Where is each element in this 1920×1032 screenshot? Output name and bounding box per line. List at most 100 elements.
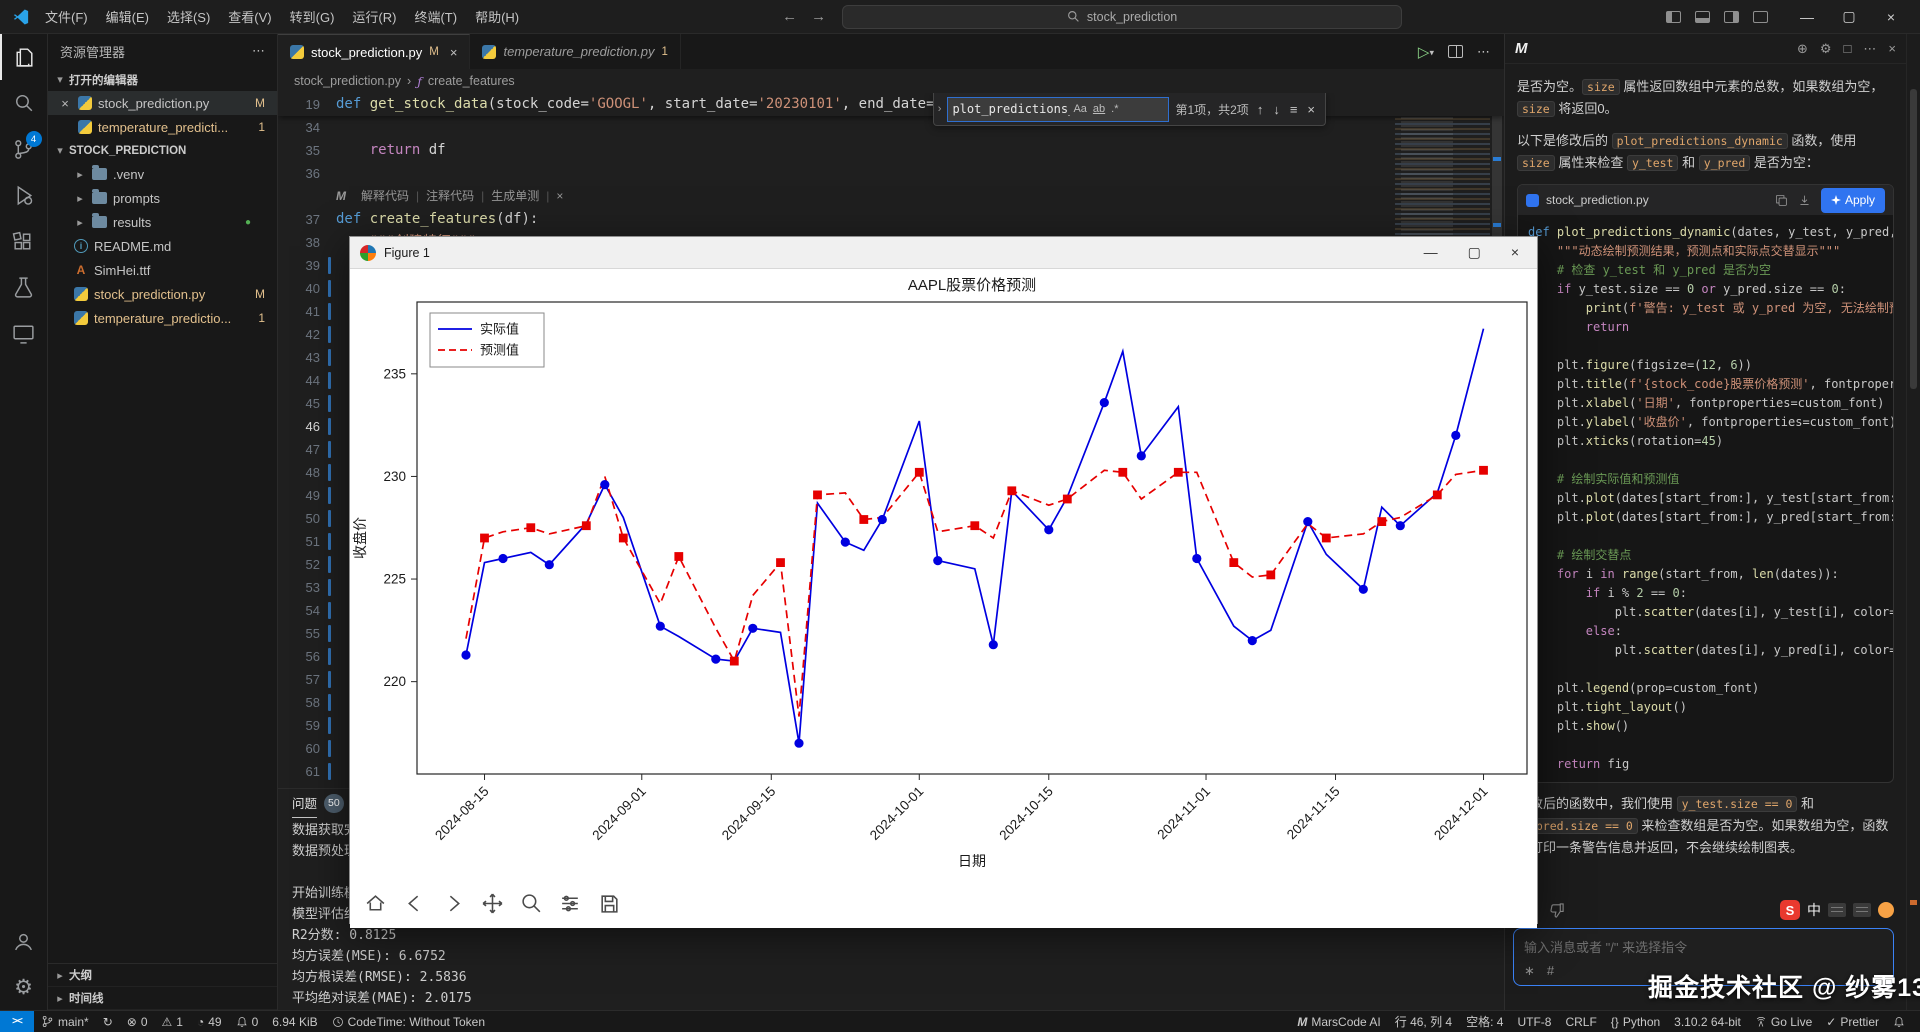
new-chat-icon[interactable]: ⊕ [1797,41,1808,57]
remote-indicator[interactable]: >< [0,1011,34,1032]
find-next-icon[interactable]: ↓ [1271,102,1282,117]
explorer-item[interactable]: i README.md [48,234,277,258]
settings-gear-icon[interactable]: ⚙ [0,964,48,1010]
code-line-35[interactable]: 35 return df [278,139,1504,162]
ai-hint-close-icon[interactable]: × [549,185,570,208]
code-line-37[interactable]: 37 def create_features(df): [278,208,1504,231]
nav-forward-icon[interactable]: → [811,8,826,25]
status-errors[interactable]: ⊗0 [120,1011,155,1032]
mpl-back-icon[interactable] [403,892,426,915]
tab-close-icon[interactable]: × [450,45,458,60]
panel-close-icon[interactable]: × [1888,41,1896,57]
chat-command-icon[interactable]: ∗ [1524,963,1535,979]
menu-file[interactable]: 文件(F) [36,3,97,30]
figure-close-icon[interactable]: × [1511,244,1519,261]
breadcrumb-file[interactable]: stock_prediction.py [294,74,401,88]
figure-maximize-icon[interactable]: ▢ [1468,244,1481,261]
match-case-icon[interactable]: Aa [1070,102,1089,116]
ai-action-2[interactable]: 生成单测 [484,185,546,208]
status-sync[interactable]: ↻ [96,1011,120,1032]
settings-gear-icon[interactable]: ⚙ [1820,41,1832,57]
command-center-search[interactable]: stock_prediction [842,5,1402,29]
explorer-item[interactable]: temperature_predictio... 1 [48,306,277,330]
find-input[interactable] [952,102,1070,116]
find-close-icon[interactable]: × [1305,102,1317,117]
status-marscode-ai[interactable]: MMarsCode AI [1290,1011,1387,1032]
ime-mode-chinese[interactable]: 中 [1807,900,1821,920]
menu-go[interactable]: 转到(G) [281,3,344,30]
status-notifications[interactable] [1886,1011,1912,1032]
activity-extensions-icon[interactable] [0,218,48,264]
mpl-pan-icon[interactable] [481,892,504,915]
menu-help[interactable]: 帮助(H) [466,3,528,30]
panel-scrollbar[interactable] [1906,34,1920,1010]
status-file-size[interactable]: 6.94 KiB [265,1011,324,1032]
status-codetime[interactable]: CodeTime: Without Token [325,1011,492,1032]
apply-button[interactable]: Apply [1821,188,1885,213]
status-language-mode[interactable]: {}Python [1604,1011,1667,1032]
open-in-editor-icon[interactable]: □ [1844,41,1852,57]
run-python-button[interactable]: ▷▾ [1418,43,1434,61]
mpl-save-icon[interactable] [598,892,621,915]
tab-temperature-prediction[interactable]: temperature_prediction.py 1 [470,34,680,69]
whole-word-icon[interactable]: ab [1090,102,1108,116]
menu-run[interactable]: 运行(R) [343,3,405,30]
thumbs-down-icon[interactable] [1548,902,1565,919]
section-timeline[interactable]: ▸ 时间线 [48,987,277,1010]
activity-testing-icon[interactable] [0,264,48,310]
status-indentation[interactable]: 空格: 4 [1459,1011,1510,1032]
section-project[interactable]: ▾ STOCK_PREDICTION [48,139,277,162]
copy-icon[interactable] [1775,194,1788,207]
mpl-zoom-icon[interactable] [520,892,543,915]
editor-more-icon[interactable]: ⋯ [1477,44,1490,60]
status-go-live[interactable]: Go Live [1748,1011,1819,1032]
section-open-editors[interactable]: ▾ 打开的编辑器 [48,68,277,91]
tab-problems[interactable]: 问题 [292,788,317,818]
status-warnings[interactable]: ⚠1 [155,1011,190,1032]
explorer-item[interactable]: stock_prediction.py M [48,282,277,306]
customize-layout-icon[interactable] [1753,11,1768,23]
close-icon[interactable]: × [58,96,72,111]
explorer-item[interactable]: A SimHei.ttf [48,258,277,282]
ime-keyboard-icon[interactable] [1828,903,1846,917]
toggle-sidebar-icon[interactable] [1666,11,1681,23]
figure-titlebar[interactable]: Figure 1 — ▢ × [350,237,1537,269]
activity-debug-icon[interactable] [0,172,48,218]
find-prev-icon[interactable]: ↑ [1255,102,1266,117]
status-metric-49[interactable]: ◔49 [190,1011,229,1032]
activity-remote-icon[interactable] [0,310,48,356]
status-cursor-position[interactable]: 行 46, 列 4 [1388,1011,1459,1032]
breadcrumb-symbol[interactable]: create_features [428,74,515,88]
section-outline[interactable]: ▸ 大纲 [48,964,277,987]
activity-search-icon[interactable] [0,80,48,126]
menu-terminal[interactable]: 终端(T) [405,3,466,30]
ime-skin-icon[interactable] [1878,902,1894,918]
status-branch[interactable]: main* [34,1011,96,1032]
mpl-home-icon[interactable] [364,892,387,915]
ai-action-1[interactable]: 注释代码 [419,185,481,208]
status-python-version[interactable]: 3.10.2 64-bit [1667,1011,1748,1032]
minimize-button[interactable]: — [1786,0,1828,33]
status-notification-count[interactable]: 0 [229,1011,266,1032]
open-editor-item[interactable]: temperature_predicti...1 [48,115,277,139]
explorer-item[interactable]: ▸ .venv [48,162,277,186]
ai-action-0[interactable]: 解释代码 [354,185,416,208]
explorer-item[interactable]: ▸ results ● [48,210,277,234]
regex-icon[interactable]: .* [1108,102,1121,116]
close-button[interactable]: × [1870,0,1912,33]
insert-code-icon[interactable] [1798,194,1811,207]
nav-back-icon[interactable]: ← [782,8,797,25]
toggle-panel-icon[interactable] [1695,11,1710,23]
activity-explorer-icon[interactable] [0,34,48,80]
toggle-secondary-sidebar-icon[interactable] [1724,11,1739,23]
ime-toolbox-icon[interactable] [1853,903,1871,917]
sidebar-more-icon[interactable]: ⋯ [252,43,265,59]
mpl-subplots-icon[interactable] [559,892,582,915]
figure-minimize-icon[interactable]: — [1424,244,1438,261]
account-icon[interactable] [0,918,48,964]
split-editor-icon[interactable] [1448,45,1463,58]
panel-more-icon[interactable]: ⋯ [1863,41,1876,57]
tab-stock-prediction[interactable]: stock_prediction.py M × [278,34,470,69]
code-line-36[interactable]: 36 [278,162,1504,185]
status-eol[interactable]: CRLF [1558,1011,1603,1032]
